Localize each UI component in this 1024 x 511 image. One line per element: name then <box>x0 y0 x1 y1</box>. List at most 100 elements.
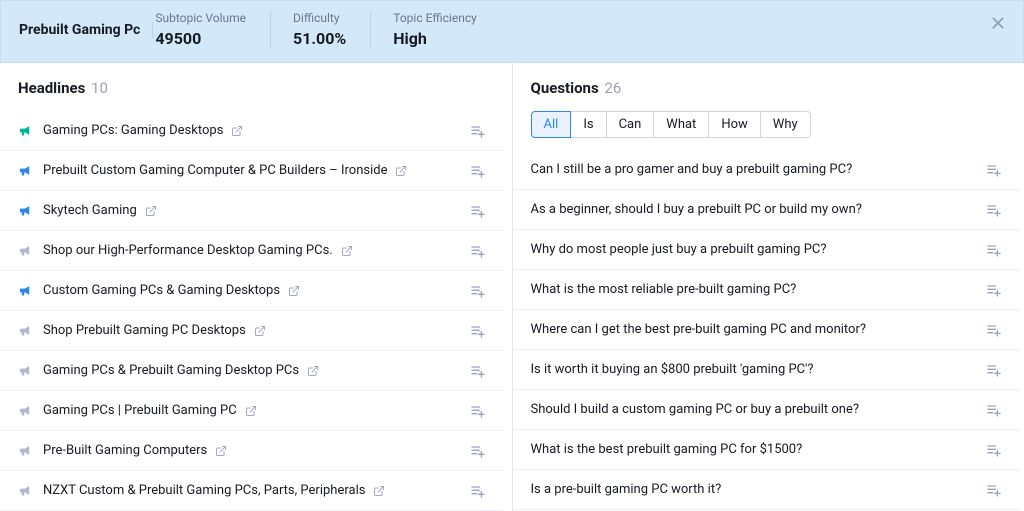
add-to-list-icon[interactable] <box>986 202 1002 218</box>
external-link-icon[interactable] <box>245 405 257 417</box>
filter-why[interactable]: Why <box>760 111 811 138</box>
megaphone-icon <box>18 323 33 338</box>
headline-row[interactable]: Prebuilt Custom Gaming Computer & PC Bui… <box>0 151 504 191</box>
questions-title-text: Questions <box>531 79 599 97</box>
headline-row[interactable]: Shop our High-Performance Desktop Gaming… <box>0 231 504 271</box>
question-text: What is the most reliable pre-built gami… <box>531 282 797 297</box>
external-link-icon[interactable] <box>231 125 243 137</box>
headline-row[interactable]: Shop Prebuilt Gaming PC Desktops <box>0 311 504 351</box>
headline-text: Prebuilt Custom Gaming Computer & PC Bui… <box>43 163 387 178</box>
add-to-list-icon[interactable] <box>470 483 486 499</box>
question-row[interactable]: Can I still be a pro gamer and buy a pre… <box>513 150 1021 190</box>
megaphone-icon <box>18 283 33 298</box>
add-to-list-icon[interactable] <box>986 322 1002 338</box>
subtopic-volume-value: 49500 <box>155 29 246 48</box>
add-to-list-icon[interactable] <box>986 402 1002 418</box>
external-link-icon[interactable] <box>307 365 319 377</box>
add-to-list-icon[interactable] <box>470 323 486 339</box>
headline-row[interactable]: Pre-Built Gaming Computers <box>0 431 504 471</box>
add-to-list-icon[interactable] <box>470 363 486 379</box>
add-to-list-icon[interactable] <box>470 403 486 419</box>
headline-text: Pre-Built Gaming Computers <box>43 443 207 458</box>
difficulty-label: Difficulty <box>293 11 346 25</box>
headline-text: Gaming PCs: Gaming Desktops <box>43 123 223 138</box>
question-row[interactable]: As a beginner, should I buy a prebuilt P… <box>513 190 1021 230</box>
external-link-icon[interactable] <box>254 325 266 337</box>
question-text: Is a pre-built gaming PC worth it? <box>531 482 722 497</box>
filter-how[interactable]: How <box>708 111 760 138</box>
headline-text: Gaming PCs | Prebuilt Gaming PC <box>43 403 237 418</box>
question-text: As a beginner, should I buy a prebuilt P… <box>531 202 862 217</box>
external-link-icon[interactable] <box>395 165 407 177</box>
question-row[interactable]: What is the best prebuilt gaming PC for … <box>513 430 1021 470</box>
headline-row[interactable]: Gaming PCs: Gaming Desktops <box>0 111 504 151</box>
external-link-icon[interactable] <box>341 245 353 257</box>
subtopic-volume-label: Subtopic Volume <box>155 11 246 25</box>
question-row[interactable]: Should I build a custom gaming PC or buy… <box>513 390 1021 430</box>
headline-row[interactable]: Gaming PCs | Prebuilt Gaming PC <box>0 391 504 431</box>
question-text: Should I build a custom gaming PC or buy… <box>531 402 860 417</box>
question-text: Where can I get the best pre-built gamin… <box>531 322 867 337</box>
close-icon <box>990 15 1006 31</box>
questions-list: Can I still be a pro gamer and buy a pre… <box>513 150 1021 511</box>
megaphone-icon <box>18 403 33 418</box>
questions-count: 26 <box>604 79 621 97</box>
difficulty-value: 51.00% <box>293 29 346 48</box>
question-text: Is it worth it buying an $800 prebuilt '… <box>531 362 814 377</box>
add-to-list-icon[interactable] <box>470 203 486 219</box>
megaphone-icon <box>18 203 33 218</box>
add-to-list-icon[interactable] <box>986 482 1002 498</box>
question-row[interactable]: Is a pre-built gaming PC worth it? <box>513 470 1021 510</box>
question-row[interactable]: Is it worth it buying an $800 prebuilt '… <box>513 350 1021 390</box>
megaphone-icon <box>18 123 33 138</box>
external-link-icon[interactable] <box>215 445 227 457</box>
add-to-list-icon[interactable] <box>470 123 486 139</box>
filter-what[interactable]: What <box>653 111 709 138</box>
add-to-list-icon[interactable] <box>470 243 486 259</box>
headline-row[interactable]: Gaming PCs & Prebuilt Gaming Desktop PCs <box>0 351 504 391</box>
megaphone-icon <box>18 363 33 378</box>
headlines-column: Headlines 10 Gaming PCs: Gaming Desktops… <box>0 63 513 511</box>
efficiency-label: Topic Efficiency <box>393 11 477 25</box>
add-to-list-icon[interactable] <box>986 442 1002 458</box>
add-to-list-icon[interactable] <box>470 163 486 179</box>
questions-column: Questions 26 AllIsCanWhatHowWhy Can I st… <box>513 63 1024 511</box>
external-link-icon[interactable] <box>145 205 157 217</box>
filter-all[interactable]: All <box>531 111 572 138</box>
add-to-list-icon[interactable] <box>986 282 1002 298</box>
question-row[interactable]: What is the most reliable pre-built gami… <box>513 270 1021 310</box>
header-bar: Prebuilt Gaming Pc Subtopic Volume 49500… <box>0 0 1024 63</box>
headline-row[interactable]: Custom Gaming PCs & Gaming Desktops <box>0 271 504 311</box>
question-row[interactable]: Where can I get the best pre-built gamin… <box>513 310 1021 350</box>
add-to-list-icon[interactable] <box>986 162 1002 178</box>
question-text: What is the best prebuilt gaming PC for … <box>531 442 803 457</box>
topic-title: Prebuilt Gaming Pc <box>19 22 153 38</box>
add-to-list-icon[interactable] <box>470 443 486 459</box>
close-button[interactable] <box>989 15 1007 33</box>
filter-is[interactable]: Is <box>570 111 606 138</box>
question-text: Why do most people just buy a prebuilt g… <box>531 242 827 257</box>
headline-text: Gaming PCs & Prebuilt Gaming Desktop PCs <box>43 363 299 378</box>
question-text: Can I still be a pro gamer and buy a pre… <box>531 162 853 177</box>
headline-text: Shop our High-Performance Desktop Gaming… <box>43 243 333 258</box>
add-to-list-icon[interactable] <box>986 362 1002 378</box>
question-row[interactable]: Why do most people just buy a prebuilt g… <box>513 230 1021 270</box>
add-to-list-icon[interactable] <box>986 242 1002 258</box>
external-link-icon[interactable] <box>288 285 300 297</box>
external-link-icon[interactable] <box>373 485 385 497</box>
filter-can[interactable]: Can <box>606 111 655 138</box>
question-filters: AllIsCanWhatHowWhy <box>513 111 1024 150</box>
headlines-title-text: Headlines <box>18 79 85 97</box>
headlines-list: Gaming PCs: Gaming Desktops Prebuilt Cust… <box>0 111 512 511</box>
content-area: Headlines 10 Gaming PCs: Gaming Desktops… <box>0 63 1024 511</box>
megaphone-icon <box>18 483 33 498</box>
headlines-count: 10 <box>91 79 108 97</box>
headline-text: Shop Prebuilt Gaming PC Desktops <box>43 323 246 338</box>
megaphone-icon <box>18 443 33 458</box>
headline-text: NZXT Custom & Prebuilt Gaming PCs, Parts… <box>43 483 365 498</box>
megaphone-icon <box>18 243 33 258</box>
headline-row[interactable]: NZXT Custom & Prebuilt Gaming PCs, Parts… <box>0 471 504 511</box>
add-to-list-icon[interactable] <box>470 283 486 299</box>
headline-text: Custom Gaming PCs & Gaming Desktops <box>43 283 280 298</box>
headline-row[interactable]: Skytech Gaming <box>0 191 504 231</box>
